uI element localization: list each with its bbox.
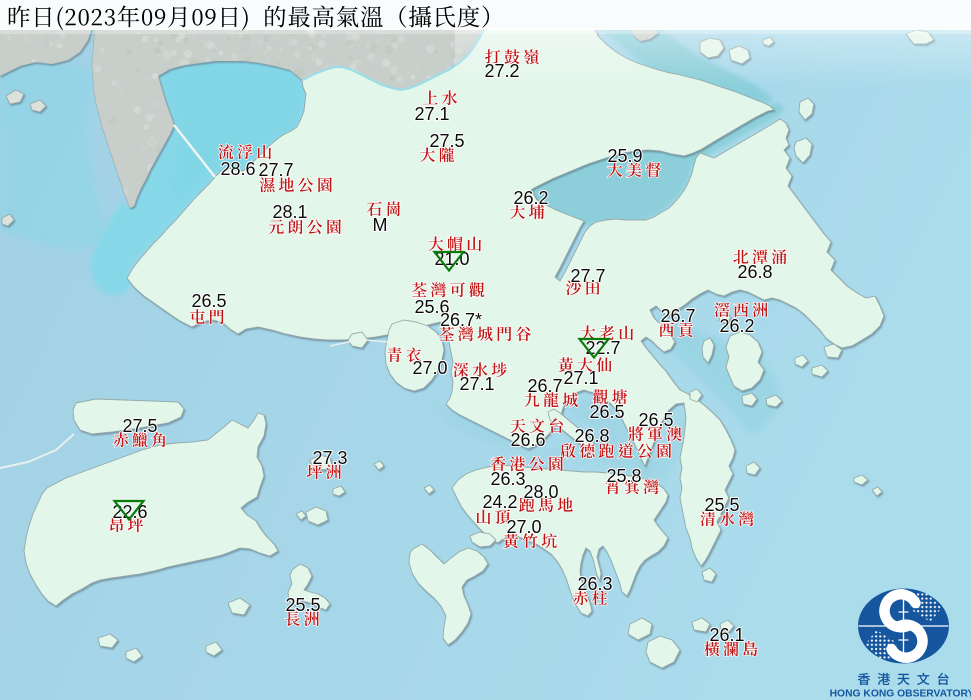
- svg-text:26.7: 26.7: [527, 376, 562, 396]
- svg-text:27.1: 27.1: [414, 104, 449, 124]
- svg-text:25.5: 25.5: [285, 595, 320, 615]
- svg-text:26.5: 26.5: [638, 410, 673, 430]
- svg-text:28.0: 28.0: [523, 482, 558, 502]
- svg-text:25.9: 25.9: [607, 146, 642, 166]
- svg-text:26.7*: 26.7*: [440, 310, 482, 330]
- svg-text:28.1: 28.1: [272, 202, 307, 222]
- svg-text:26.5: 26.5: [589, 402, 624, 422]
- svg-text:26.7: 26.7: [660, 306, 695, 326]
- svg-text:26.6: 26.6: [510, 430, 545, 450]
- svg-text:25.8: 25.8: [606, 466, 641, 486]
- svg-text:27.1: 27.1: [563, 368, 598, 388]
- svg-text:26.3: 26.3: [490, 469, 525, 489]
- svg-text:27.5: 27.5: [429, 131, 464, 151]
- svg-text:27.3: 27.3: [312, 448, 347, 468]
- svg-text:24.2: 24.2: [482, 492, 517, 512]
- svg-text:26.3: 26.3: [577, 574, 612, 594]
- svg-text:26.8: 26.8: [737, 262, 772, 282]
- svg-text:26.8: 26.8: [574, 426, 609, 446]
- svg-text:27.0: 27.0: [506, 517, 541, 537]
- svg-text:27.1: 27.1: [459, 374, 494, 394]
- svg-text:27.7: 27.7: [570, 266, 605, 286]
- svg-text:26.5: 26.5: [191, 291, 226, 311]
- svg-text:26.1: 26.1: [709, 625, 744, 645]
- svg-text:27.7: 27.7: [258, 160, 293, 180]
- svg-text:26.2: 26.2: [513, 188, 548, 208]
- svg-text:HONG KONG OBSERVATORY: HONG KONG OBSERVATORY: [830, 689, 971, 700]
- svg-text:27.5: 27.5: [122, 416, 157, 436]
- svg-text:26.2: 26.2: [719, 316, 754, 336]
- svg-text:M: M: [373, 215, 388, 235]
- svg-text:27.0: 27.0: [412, 358, 447, 378]
- svg-text:27.2: 27.2: [484, 61, 519, 81]
- svg-text:25.5: 25.5: [704, 495, 739, 515]
- svg-text:28.6: 28.6: [220, 159, 255, 179]
